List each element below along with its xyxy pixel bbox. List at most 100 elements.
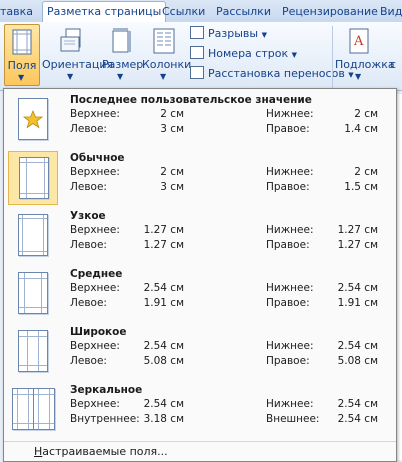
left-value: 3 см: [160, 181, 184, 193]
left-value: 1.91 см: [143, 297, 184, 309]
margin-option-title: Узкое: [70, 210, 106, 222]
outside-value: 2.54 см: [337, 413, 378, 425]
top-label: Верхнее:: [70, 282, 120, 294]
left-label: Левое:: [70, 239, 107, 251]
orientation-button[interactable]: Ориентация ▼: [42, 24, 113, 84]
left-value: 5.08 см: [143, 355, 184, 367]
bottom-value: 2.54 см: [337, 282, 378, 294]
columns-dropdown-arrow-icon: ▼: [160, 72, 167, 81]
top-value: 2 см: [160, 108, 184, 120]
left-label: Левое:: [70, 123, 107, 135]
left-label: Левое:: [70, 355, 107, 367]
top-label: Верхнее:: [70, 398, 120, 410]
orientation-dropdown-arrow-icon: ▼: [67, 72, 74, 81]
watermark-dropdown-arrow-icon: ▼: [355, 72, 362, 81]
bottom-value: 2.54 см: [337, 398, 378, 410]
columns-button[interactable]: Колонки ▼: [142, 24, 192, 84]
margin-option-mirrored[interactable]: Зеркальное Верхнее: 2.54 см Нижнее: 2.54…: [4, 381, 396, 439]
margins-label: Поля: [7, 59, 37, 72]
margin-option-title: Среднее: [70, 268, 123, 280]
columns-label: Колонки: [142, 58, 192, 71]
ribbon-page-setup: Поля ▼ Ориентация ▼ Размер ▼ Колонки ▼ Р…: [0, 22, 402, 91]
line-numbers-dropdown-arrow-icon: ▼: [291, 51, 297, 59]
top-label: Верхнее:: [70, 224, 120, 236]
bottom-value: 2 см: [354, 166, 378, 178]
right-label: Правое:: [266, 239, 310, 251]
tab-review[interactable]: Рецензирование: [282, 2, 378, 21]
watermark-button[interactable]: A Подложка ▼: [335, 24, 395, 84]
line-numbers-button[interactable]: Номера строк ▼: [190, 46, 297, 60]
margin-option-moderate[interactable]: Среднее Верхнее: 2.54 см Нижнее: 2.54 см…: [4, 265, 396, 323]
bottom-label: Нижнее:: [266, 398, 314, 410]
breaks-button[interactable]: Разрывы ▼: [190, 26, 267, 40]
ribbon-group-separator: [332, 26, 333, 88]
line-numbers-label: Номера строк: [208, 47, 289, 60]
breaks-label: Разрывы: [208, 27, 259, 40]
watermark-icon: A: [349, 28, 369, 54]
hyphenation-icon: [190, 66, 204, 79]
tab-view[interactable]: Вид: [380, 2, 402, 21]
bottom-label: Нижнее:: [266, 340, 314, 352]
outside-label: Внешнее:: [266, 413, 320, 425]
tab-mailings[interactable]: Рассылки: [216, 2, 271, 21]
tab-references[interactable]: Ссылки: [162, 2, 205, 21]
margin-preview: [8, 267, 56, 319]
size-button[interactable]: Размер ▼: [102, 24, 144, 84]
inside-value: 3.18 см: [143, 413, 184, 425]
star-icon: [22, 109, 44, 129]
page-color-label: с: [390, 58, 397, 71]
tab-insert[interactable]: тавка: [0, 2, 33, 21]
margins-button[interactable]: Поля ▼: [4, 24, 40, 86]
breaks-icon: [190, 26, 204, 39]
right-value: 1.91 см: [337, 297, 378, 309]
right-label: Правое:: [266, 297, 310, 309]
size-icon: [112, 28, 131, 53]
custom-margins-label: Настраиваемые поля...: [34, 445, 168, 458]
hyphenation-button[interactable]: Расстановка переносов ▼: [190, 66, 354, 80]
columns-icon: [153, 28, 175, 54]
inside-label: Внутреннее:: [70, 413, 140, 425]
left-label: Левое:: [70, 297, 107, 309]
top-value: 2.54 см: [143, 340, 184, 352]
margin-preview: [8, 209, 56, 261]
top-value: 2.54 см: [143, 398, 184, 410]
top-label: Верхнее:: [70, 340, 120, 352]
margin-option-narrow[interactable]: Узкое Верхнее: 1.27 см Нижнее: 1.27 см Л…: [4, 207, 396, 265]
margins-icon: [12, 29, 32, 55]
margin-preview: [8, 93, 56, 145]
margin-option-normal[interactable]: Обычное Верхнее: 2 см Нижнее: 2 см Левое…: [4, 149, 396, 207]
top-value: 2.54 см: [143, 282, 184, 294]
bottom-value: 1.27 см: [337, 224, 378, 236]
left-value: 3 см: [160, 123, 184, 135]
page-color-button[interactable]: с: [388, 24, 402, 84]
right-value: 1.5 см: [344, 181, 378, 193]
margin-option-title: Последнее пользовательское значение: [70, 94, 312, 106]
size-label: Размер: [102, 58, 144, 71]
tab-page-layout[interactable]: Разметка страницы: [42, 1, 167, 23]
margin-option-last-custom[interactable]: Последнее пользовательское значение Верх…: [4, 91, 396, 149]
top-value: 1.27 см: [143, 224, 184, 236]
bottom-label: Нижнее:: [266, 108, 314, 120]
size-dropdown-arrow-icon: ▼: [117, 72, 124, 81]
top-label: Верхнее:: [70, 166, 120, 178]
bottom-value: 2.54 см: [337, 340, 378, 352]
margin-preview: [8, 151, 58, 205]
margin-option-wide[interactable]: Широкое Верхнее: 2.54 см Нижнее: 2.54 см…: [4, 323, 396, 381]
margins-dropdown-menu: Последнее пользовательское значение Верх…: [3, 88, 397, 462]
margins-dropdown-arrow-icon: ▼: [18, 73, 25, 82]
top-value: 2 см: [160, 166, 184, 178]
custom-margins-menu-item[interactable]: Настраиваемые поля...: [4, 441, 396, 462]
margin-option-title: Зеркальное: [70, 384, 143, 396]
breaks-dropdown-arrow-icon: ▼: [261, 31, 267, 39]
right-label: Правое:: [266, 181, 310, 193]
line-numbers-icon: [190, 46, 204, 59]
bottom-label: Нижнее:: [266, 166, 314, 178]
right-value: 1.4 см: [344, 123, 378, 135]
margin-option-title: Широкое: [70, 326, 127, 338]
margin-preview: [8, 325, 56, 377]
left-label: Левое:: [70, 181, 107, 193]
bottom-value: 2 см: [354, 108, 378, 120]
left-value: 1.27 см: [143, 239, 184, 251]
right-label: Правое:: [266, 123, 310, 135]
hyphenation-label: Расстановка переносов: [208, 67, 345, 80]
